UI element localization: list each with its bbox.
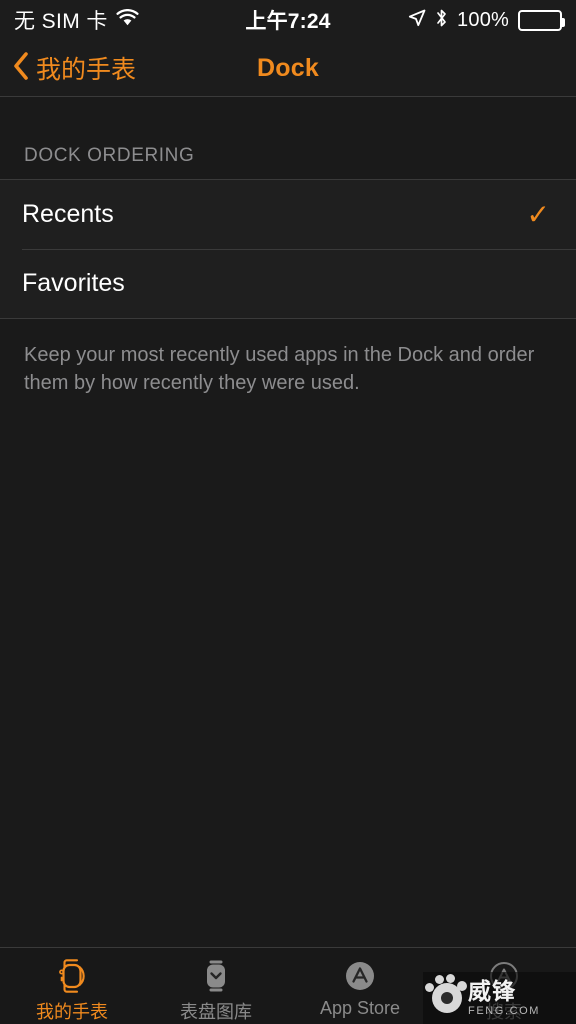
status-bar: 无 SIM 卡 上午7:24 100% — [0, 0, 576, 40]
apple-watch-icon — [52, 955, 92, 997]
app-store-search-icon — [484, 955, 524, 997]
status-bar-right: 100% — [408, 0, 565, 40]
app-screen: 无 SIM 卡 上午7:24 100% 我的手表 Dock DOCK ORDER… — [0, 0, 576, 1024]
app-store-icon — [340, 955, 380, 997]
page-title: Dock — [257, 53, 319, 82]
section-header-dock-ordering: DOCK ORDERING — [24, 145, 195, 166]
tab-bar: 我的手表 表盘图库 App Store 搜索 — [0, 947, 576, 1024]
option-row-favorites[interactable]: Favorites ✓ — [0, 249, 576, 318]
watch-face-gallery-icon — [196, 955, 236, 997]
tab-app-store[interactable]: App Store — [288, 948, 432, 1024]
battery-percent-label: 100% — [457, 8, 509, 31]
settings-content: DOCK ORDERING Recents ✓ Favorites ✓ Keep… — [0, 97, 576, 947]
section-footer-note: Keep your most recently used apps in the… — [24, 344, 535, 395]
option-label: Recents — [22, 200, 114, 228]
tab-face-gallery[interactable]: 表盘图库 — [144, 948, 288, 1024]
option-row-recents[interactable]: Recents ✓ — [0, 180, 576, 249]
tab-label: 搜索 — [486, 1002, 522, 1022]
tab-search[interactable]: 搜索 — [432, 948, 576, 1024]
bluetooth-icon — [435, 8, 448, 33]
battery-full-icon — [518, 9, 565, 31]
tab-label: 表盘图库 — [180, 1002, 252, 1022]
navigation-bar: 我的手表 Dock — [0, 40, 576, 97]
location-arrow-icon — [408, 9, 426, 32]
checkmark-icon: ✓ — [526, 198, 550, 230]
dock-ordering-options-group: Recents ✓ Favorites ✓ — [0, 179, 576, 319]
option-label: Favorites — [22, 269, 125, 297]
clock-label: 上午7:24 — [245, 10, 331, 33]
tab-label: 我的手表 — [36, 1002, 108, 1022]
tab-my-watch[interactable]: 我的手表 — [0, 948, 144, 1024]
tab-label: App Store — [319, 998, 401, 1018]
